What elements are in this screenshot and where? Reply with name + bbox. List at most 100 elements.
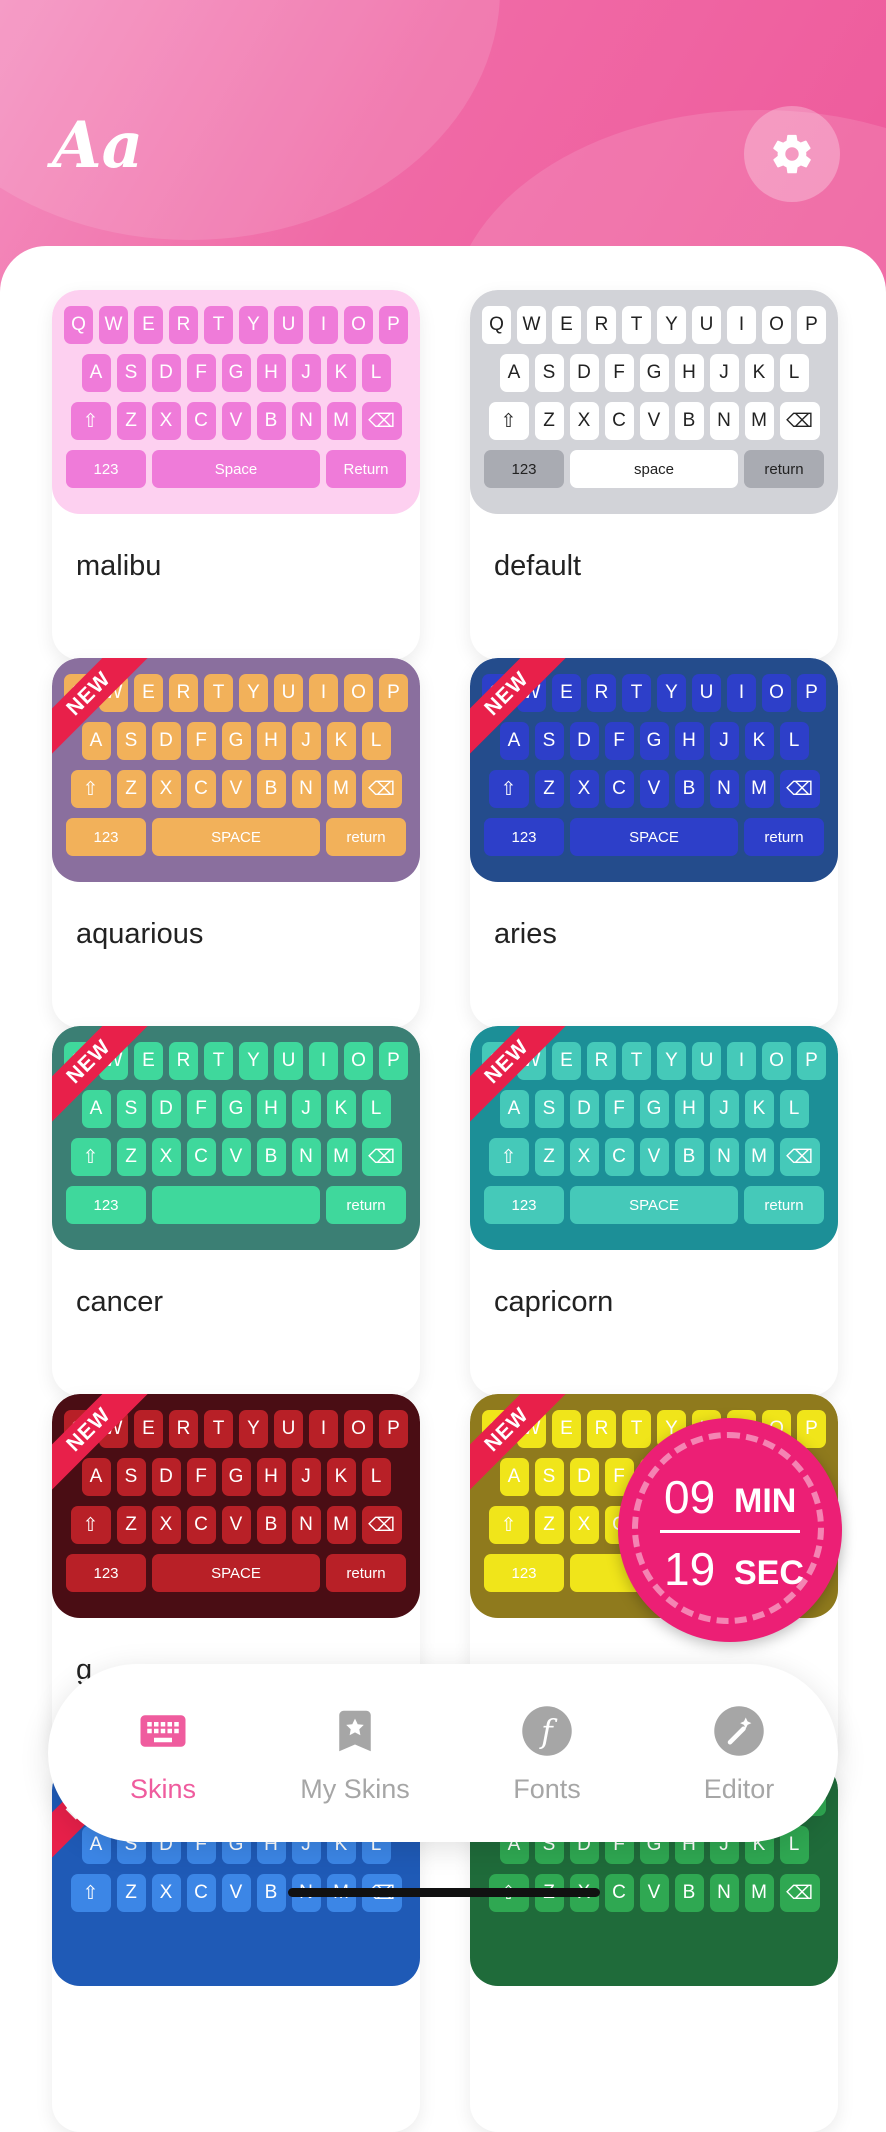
key: Z — [534, 770, 564, 808]
nav-editor[interactable]: Editor — [654, 1704, 824, 1805]
key-row: QWERTYUIOP — [480, 306, 828, 344]
keyboard-keys: QWERTYUIOPASDFGHJKL⇧ZXCVBNM⌫123return — [62, 1042, 410, 1234]
key-row: ⇧ZXCVBNM⌫ — [62, 402, 410, 440]
key-return: return — [326, 1186, 406, 1224]
key: X — [569, 402, 599, 440]
key: R — [169, 1042, 198, 1080]
key: O — [344, 306, 373, 344]
nav-label: Fonts — [513, 1774, 581, 1804]
key: L — [361, 722, 391, 760]
key-row: ⇧ZXCVBNM⌫ — [62, 770, 410, 808]
nav-skins[interactable]: Skins — [78, 1704, 248, 1805]
key-row-bottom: 123 Space Return — [62, 450, 410, 488]
key-return: return — [326, 818, 406, 856]
skin-card[interactable]: Q W E R T Y U I O P A S D F G H J K L ⇧ Z X C V B N M ⌫ 123 Space Retu… — [52, 290, 420, 660]
shift-key-icon: ⇧ — [488, 402, 529, 440]
key: M — [326, 402, 356, 440]
magic-wand-icon — [714, 1706, 764, 1756]
bottom-nav: Skins My Skins f Fonts Editor — [48, 1664, 838, 1842]
key-123: 123 — [484, 1554, 564, 1592]
keyboard-preview: QWERTYUIOPASDFGHJKL⇧ZXCVBNM⌫123SPACEretu… — [470, 1026, 838, 1250]
key: T — [622, 306, 651, 344]
shift-key-icon: ⇧ — [488, 1506, 529, 1544]
keyboard-preview: Q W E R T Y U I O P A S D F G H J K L ⇧ Z X C V B N M ⌫ 123 space retu… — [470, 290, 838, 514]
key: C — [186, 1874, 216, 1912]
key: X — [569, 1506, 599, 1544]
key: R — [587, 306, 616, 344]
key: U — [274, 1042, 303, 1080]
nav-my-skins[interactable]: My Skins — [270, 1704, 440, 1805]
skin-card[interactable]: QWERTYUIOPASDFGHJKL⇧ZXCVBNM⌫123SPACEretu… — [470, 1026, 838, 1396]
skin-card[interactable]: QWERTYUIOPASDFGHJKL⇧ZXCVBNM⌫123returnNEW… — [52, 1026, 420, 1396]
key: D — [151, 1458, 181, 1496]
key-return: return — [744, 1186, 824, 1224]
key-space: Space — [152, 450, 320, 488]
nav-label: Editor — [703, 1774, 775, 1804]
key-row: ASDFGHJKL — [62, 354, 410, 392]
skin-card[interactable]: Q W E R T Y U I O P A S D F G H J K L ⇧ Z X C V B N M ⌫ 123 space retu… — [470, 290, 838, 660]
key-space: space — [570, 450, 738, 488]
key: Z — [116, 1506, 146, 1544]
key: F — [186, 1090, 216, 1128]
keyboard-preview: QWERTYUIOPASDFGHJKL⇧ZXCVBNM⌫123SPACEretu… — [52, 1394, 420, 1618]
key: C — [604, 1874, 634, 1912]
key: D — [151, 1090, 181, 1128]
key: J — [291, 1090, 321, 1128]
key: V — [221, 1874, 251, 1912]
key: U — [274, 306, 303, 344]
nav-label: Skins — [129, 1774, 197, 1804]
key: P — [797, 674, 826, 712]
key: V — [639, 1138, 669, 1176]
key: G — [221, 1090, 251, 1128]
key: H — [674, 1090, 704, 1128]
key: N — [291, 1138, 321, 1176]
countdown-timer[interactable]: 09 MIN 19 SEC — [618, 1418, 842, 1642]
key: C — [186, 1506, 216, 1544]
key: A — [499, 722, 529, 760]
keyboard-keys: Q W E R T Y U I O P A S D F G H J K L ⇧ Z X C V B N M ⌫ 123 Space Retu… — [62, 306, 410, 498]
key: D — [151, 722, 181, 760]
keyboard-preview: Q W E R T Y U I O P A S D F G H J K L ⇧ Z X C V B N M ⌫ 123 Space Retu… — [52, 290, 420, 514]
key: M — [744, 1874, 774, 1912]
key: M — [744, 402, 774, 440]
key: Z — [116, 1874, 146, 1912]
key-row: ASDFGHJKL — [480, 354, 828, 392]
key: O — [344, 674, 373, 712]
backspace-key-icon: ⌫ — [361, 402, 402, 440]
key: V — [639, 770, 669, 808]
key: H — [256, 1090, 286, 1128]
nav-fonts[interactable]: f Fonts — [462, 1704, 632, 1805]
key: Y — [239, 306, 268, 344]
key-123: 123 — [484, 450, 564, 488]
settings-button[interactable] — [744, 106, 840, 202]
key: L — [779, 722, 809, 760]
key: H — [674, 722, 704, 760]
key: U — [692, 306, 721, 344]
key-row: ASDFGHJKL — [62, 1090, 410, 1128]
key: E — [552, 1410, 581, 1448]
key: W — [517, 306, 546, 344]
key: S — [534, 1090, 564, 1128]
key: A — [81, 1458, 111, 1496]
keyboard-keys: Q W E R T Y U I O P A S D F G H J K L ⇧ Z X C V B N M ⌫ 123 space retu… — [480, 306, 828, 498]
key: T — [622, 674, 651, 712]
key: N — [291, 402, 321, 440]
key: T — [204, 306, 233, 344]
key-space: SPACE — [152, 1554, 320, 1592]
key: E — [134, 674, 163, 712]
key: O — [344, 1410, 373, 1448]
key: L — [361, 1090, 391, 1128]
key: O — [344, 1042, 373, 1080]
skin-name: cancer — [76, 1286, 164, 1318]
key: X — [151, 1138, 181, 1176]
key: U — [274, 674, 303, 712]
key: Z — [116, 770, 146, 808]
key-row-bottom: 123 SPACE return — [480, 818, 828, 856]
home-indicator — [288, 1888, 600, 1897]
key: L — [361, 354, 391, 392]
skin-card[interactable]: QWERTYUIOPASDFGHJKL⇧ZXCVBNM⌫123SPACEretu… — [470, 658, 838, 1028]
skin-card[interactable]: QWERTYUIOPASDFGHJKL⇧ZXCVBNM⌫123SPACEretu… — [52, 658, 420, 1028]
key: Y — [239, 1410, 268, 1448]
key: J — [709, 1090, 739, 1128]
key: J — [709, 354, 739, 392]
